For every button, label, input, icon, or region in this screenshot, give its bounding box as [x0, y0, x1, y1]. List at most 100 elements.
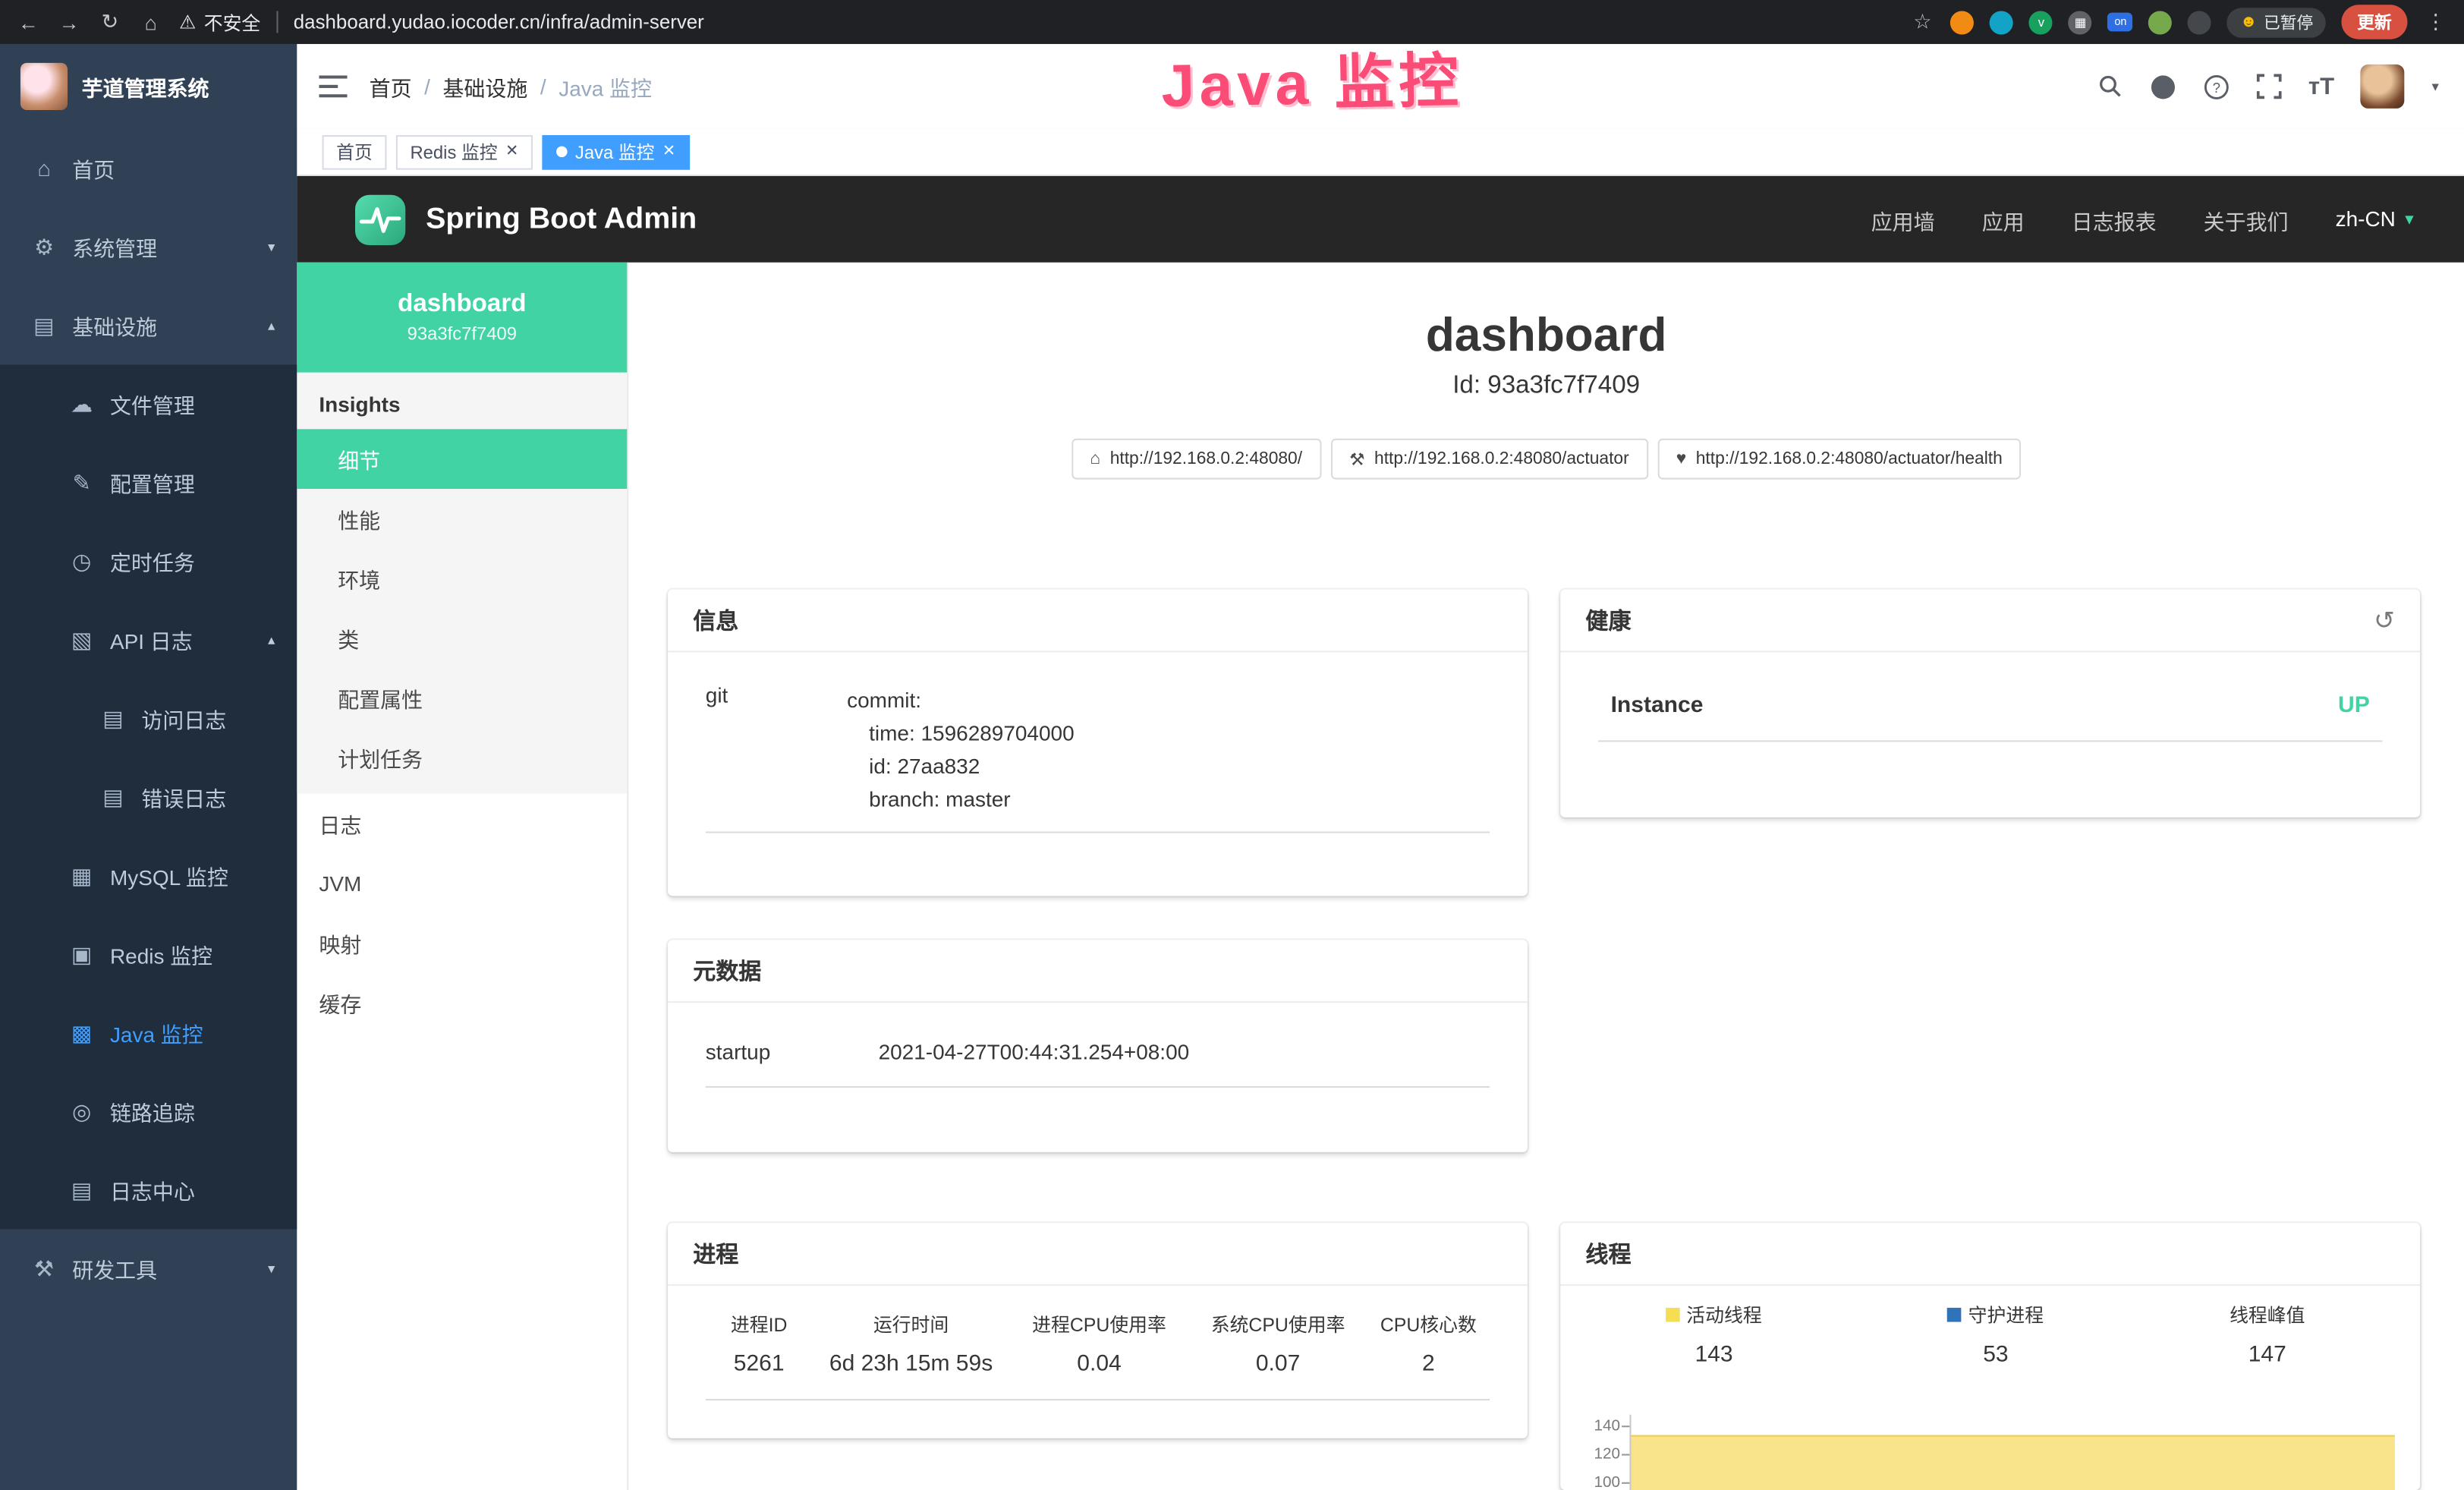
service-url-button[interactable]: ⌂ http://192.168.0.2:48080/	[1072, 439, 1321, 480]
extension-icon-1[interactable]	[1951, 10, 1975, 33]
tag-close-icon[interactable]: ✕	[505, 143, 518, 160]
extension-icon-3[interactable]: v	[2029, 10, 2053, 33]
sidebar-item-access-log[interactable]: ▤ 访问日志	[0, 679, 297, 758]
search-icon[interactable]	[2097, 74, 2123, 99]
update-button[interactable]: 更新	[2341, 5, 2407, 39]
y-tick: 140	[1579, 1419, 1620, 1435]
hamburger-icon[interactable]	[297, 75, 369, 97]
chevron-down-icon: ▾	[2405, 209, 2413, 229]
chrome-menu-icon[interactable]: ⋮	[2423, 9, 2448, 34]
sba-item-scheduled[interactable]: 计划任务	[297, 728, 627, 788]
forward-button[interactable]: →	[57, 10, 82, 33]
sba-nav-about[interactable]: 关于我们	[2204, 203, 2289, 235]
sidebar-item-files[interactable]: ☁ 文件管理	[0, 364, 297, 443]
sidebar-item-infra[interactable]: ▤ 基础设施 ▴	[0, 286, 297, 365]
sidebar-item-devtools[interactable]: ⚒ 研发工具 ▾	[0, 1229, 297, 1308]
history-icon[interactable]: ↺	[2374, 604, 2395, 635]
extension-icon-2[interactable]	[1990, 10, 2014, 33]
col-header: 进程CPU使用率	[1013, 1311, 1186, 1337]
sba-nav: 应用墙 应用 日志报表 关于我们 zh-CN ▾	[1871, 203, 2464, 235]
sidebar-item-error-log[interactable]: ▤ 错误日志	[0, 758, 297, 836]
bookmark-star-icon[interactable]: ☆	[1910, 9, 1935, 34]
instance-id: 93a3fc7f7409	[408, 326, 517, 345]
doc-icon: ▤	[69, 1177, 94, 1203]
tag-java[interactable]: Java 监控 ✕	[542, 134, 689, 169]
font-size-icon[interactable]: тT	[2308, 73, 2334, 99]
y-tick: 100	[1579, 1476, 1620, 1490]
tag-close-icon[interactable]: ✕	[662, 143, 675, 160]
info-card: 信息 git commit: time: 1596289704000 id: 2…	[668, 590, 1528, 896]
tag-redis[interactable]: Redis 监控 ✕	[396, 134, 533, 169]
breadcrumb-section[interactable]: 基础设施	[442, 71, 527, 102]
extension-puzzle-icon[interactable]	[2188, 10, 2211, 33]
threads-legend: 活动线程 143 守护进程 53 线程峰值	[1573, 1298, 2398, 1367]
info-line: branch: master	[847, 783, 1074, 815]
info-key: git	[706, 684, 847, 816]
breadcrumb-home[interactable]: 首页	[370, 71, 412, 102]
sba-locale-select[interactable]: zh-CN ▾	[2336, 207, 2414, 231]
sidebar-item-label: 配置管理	[110, 467, 195, 498]
sba-item-metrics[interactable]: 性能	[297, 489, 627, 549]
extension-leaf-icon[interactable]	[2149, 10, 2173, 33]
threads-chart: 140 120 100	[1579, 1386, 2398, 1490]
app-title: 芋道管理系统	[82, 71, 209, 102]
reload-button[interactable]: ↻	[97, 9, 122, 34]
sba-brand[interactable]: Spring Boot Admin	[297, 193, 697, 246]
sba-item-logs[interactable]: 日志	[297, 794, 627, 854]
doc-icon: ▤	[101, 705, 126, 732]
eye-icon: ◎	[69, 1098, 94, 1124]
sidebar-item-jobs[interactable]: ◷ 定时任务	[0, 522, 297, 601]
sba-item-configprops[interactable]: 配置属性	[297, 668, 627, 728]
paused-badge[interactable]: ☻ 已暂停	[2227, 7, 2326, 36]
instance-header[interactable]: dashboard 93a3fc7f7409	[297, 263, 627, 373]
sidebar-item-label: Java 监控	[110, 1017, 203, 1048]
app-logo[interactable]: 芋道管理系统	[0, 44, 297, 129]
sidebar-item-java-monitor[interactable]: ▩ Java 监控	[0, 994, 297, 1073]
sidebar-item-home[interactable]: ⌂ 首页	[0, 129, 297, 208]
browser-toolbar: ← → ↻ ⌂ ⚠ 不安全 dashboard.yudao.iocoder.cn…	[0, 0, 2464, 44]
active-dot	[556, 146, 567, 157]
sba-item-jvm[interactable]: JVM	[297, 853, 627, 913]
metadata-value: 2021-04-27T00:44:31.254+08:00	[879, 1041, 1190, 1064]
sba-nav-applications[interactable]: 应用	[1982, 203, 2025, 235]
sba-nav-wallboard[interactable]: 应用墙	[1871, 203, 1935, 235]
sba-item-caches[interactable]: 缓存	[297, 973, 627, 1033]
security-badge[interactable]: ⚠ 不安全	[179, 8, 260, 35]
sidebar-item-redis[interactable]: ▣ Redis 监控	[0, 915, 297, 994]
heartbeat-icon: ♥	[1676, 449, 1687, 468]
sba-item-environment[interactable]: 环境	[297, 549, 627, 609]
col-header: 系统CPU使用率	[1191, 1311, 1364, 1337]
sba-item-mappings[interactable]: 映射	[297, 913, 627, 973]
health-url-button[interactable]: ♥ http://192.168.0.2:48080/actuator/heal…	[1657, 439, 2022, 480]
sba-nav-journal[interactable]: 日志报表	[2072, 203, 2157, 235]
tag-home[interactable]: 首页	[323, 134, 387, 169]
sba-item-classes[interactable]: 类	[297, 608, 627, 668]
sidebar-item-config[interactable]: ✎ 配置管理	[0, 443, 297, 522]
info-row: git commit: time: 1596289704000 id: 27aa…	[706, 671, 1490, 833]
sidebar-item-api-log[interactable]: ▧ API 日志 ▴	[0, 600, 297, 679]
address-url[interactable]: dashboard.yudao.iocoder.cn/infra/admin-s…	[294, 11, 704, 33]
sidebar-item-system[interactable]: ⚙ 系统管理 ▾	[0, 207, 297, 286]
help-icon[interactable]: ?	[2203, 73, 2230, 99]
extension-grid-icon[interactable]: ▦	[2069, 10, 2092, 33]
actuator-url-button[interactable]: ⚒ http://192.168.0.2:48080/actuator	[1330, 439, 1647, 480]
github-icon[interactable]	[2150, 73, 2176, 99]
thread-area-series	[1631, 1435, 2394, 1490]
process-card-body: 进程ID 5261 运行时间 6d 23h 15m 59s 进程CPU使用率 0…	[668, 1286, 1528, 1419]
sidebar-item-label: 日志中心	[110, 1174, 195, 1205]
sidebar-item-tracing[interactable]: ◎ 链路追踪	[0, 1072, 297, 1151]
health-card-body: Instance UP	[1560, 652, 2420, 761]
breadcrumb-separator: /	[424, 74, 430, 98]
sidebar-item-log-center[interactable]: ▤ 日志中心	[0, 1151, 297, 1230]
extension-on-badge[interactable]: on	[2108, 13, 2133, 32]
user-avatar[interactable]	[2361, 65, 2405, 109]
home-button[interactable]: ⌂	[138, 10, 163, 33]
sba-item-details[interactable]: 细节	[297, 429, 627, 489]
col-header: 运行时间	[815, 1311, 1007, 1337]
sidebar-item-mysql[interactable]: ▦ MySQL 监控	[0, 836, 297, 915]
avatar-caret-icon[interactable]: ▾	[2431, 78, 2438, 96]
health-row[interactable]: Instance UP	[1598, 671, 2382, 742]
app-header: 首页 / 基础设施 / Java 监控 ?	[297, 44, 2464, 129]
fullscreen-icon[interactable]	[2257, 74, 2282, 99]
back-button[interactable]: ←	[16, 10, 41, 33]
